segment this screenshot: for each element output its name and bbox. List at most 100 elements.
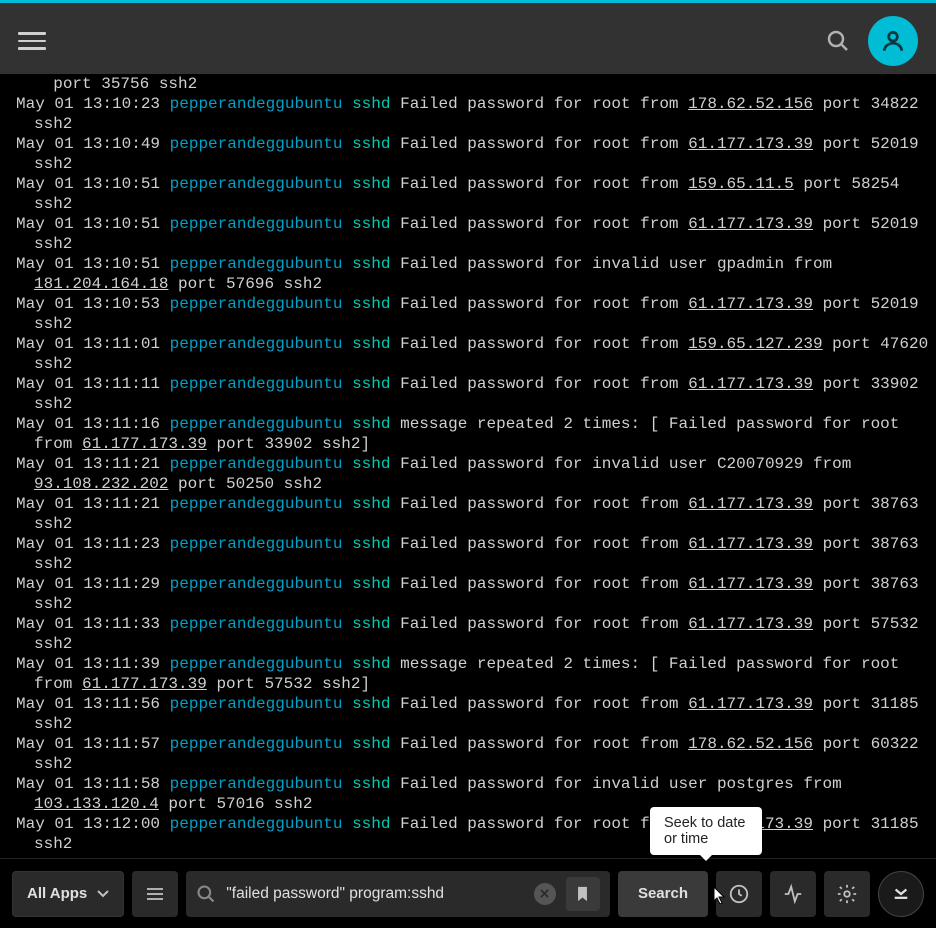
log-line[interactable]: May 01 13:11:16 pepperandeggubuntu sshd … xyxy=(16,414,930,454)
log-host[interactable]: pepperandeggubuntu xyxy=(170,415,343,433)
log-ip[interactable]: 61.177.173.39 xyxy=(688,615,813,633)
log-host[interactable]: pepperandeggubuntu xyxy=(170,775,343,793)
log-ip[interactable]: 61.177.173.39 xyxy=(82,435,207,453)
log-host[interactable]: pepperandeggubuntu xyxy=(170,175,343,193)
log-program[interactable]: sshd xyxy=(352,375,390,393)
log-line[interactable]: May 01 13:11:11 pepperandeggubuntu sshd … xyxy=(16,374,930,414)
log-line[interactable]: May 01 13:11:21 pepperandeggubuntu sshd … xyxy=(16,454,930,494)
log-host[interactable]: pepperandeggubuntu xyxy=(170,335,343,353)
tooltip-text: Seek to date or time xyxy=(664,815,745,847)
log-host[interactable]: pepperandeggubuntu xyxy=(170,135,343,153)
clear-search-button[interactable] xyxy=(534,883,556,905)
log-ip[interactable]: 61.177.173.39 xyxy=(82,675,207,693)
menu-button[interactable] xyxy=(18,27,46,55)
log-program[interactable]: sshd xyxy=(352,175,390,193)
log-host[interactable]: pepperandeggubuntu xyxy=(170,535,343,553)
log-ip[interactable]: 61.177.173.39 xyxy=(688,215,813,233)
log-program[interactable]: sshd xyxy=(352,135,390,153)
log-program[interactable]: sshd xyxy=(352,735,390,753)
log-host[interactable]: pepperandeggubuntu xyxy=(170,255,343,273)
log-line[interactable]: May 01 13:10:53 pepperandeggubuntu sshd … xyxy=(16,294,930,334)
app-selector[interactable]: All Apps xyxy=(12,871,124,917)
gear-icon xyxy=(836,883,858,905)
log-line[interactable]: May 01 13:10:49 pepperandeggubuntu sshd … xyxy=(16,134,930,174)
log-line[interactable]: May 01 13:11:01 pepperandeggubuntu sshd … xyxy=(16,334,930,374)
log-program[interactable]: sshd xyxy=(352,215,390,233)
log-ip[interactable]: 61.177.173.39 xyxy=(688,695,813,713)
log-ip[interactable]: 61.177.173.39 xyxy=(688,495,813,513)
log-program[interactable]: sshd xyxy=(352,775,390,793)
log-program[interactable]: sshd xyxy=(352,415,390,433)
log-ip[interactable]: 93.108.232.202 xyxy=(34,475,168,493)
bookmark-button[interactable] xyxy=(566,877,600,911)
seek-time-button[interactable] xyxy=(716,871,762,917)
log-host[interactable]: pepperandeggubuntu xyxy=(170,495,343,513)
log-host[interactable]: pepperandeggubuntu xyxy=(170,215,343,233)
log-line[interactable]: May 01 13:11:23 pepperandeggubuntu sshd … xyxy=(16,534,930,574)
log-line[interactable]: May 01 13:11:33 pepperandeggubuntu sshd … xyxy=(16,614,930,654)
log-program[interactable]: sshd xyxy=(352,255,390,273)
log-program[interactable]: sshd xyxy=(352,335,390,353)
log-host[interactable]: pepperandeggubuntu xyxy=(170,615,343,633)
header-bar xyxy=(0,3,936,79)
log-line[interactable]: May 01 13:11:56 pepperandeggubuntu sshd … xyxy=(16,694,930,734)
log-host[interactable]: pepperandeggubuntu xyxy=(170,655,343,673)
activity-button[interactable] xyxy=(770,871,816,917)
log-ip[interactable]: 159.65.11.5 xyxy=(688,175,794,193)
log-ip[interactable]: 159.65.127.239 xyxy=(688,335,822,353)
log-line[interactable]: May 01 13:11:21 pepperandeggubuntu sshd … xyxy=(16,494,930,534)
list-icon xyxy=(145,884,165,904)
expand-button[interactable] xyxy=(878,871,924,917)
log-line[interactable]: May 01 13:10:51 pepperandeggubuntu sshd … xyxy=(16,174,930,214)
log-line[interactable]: May 01 13:11:39 pepperandeggubuntu sshd … xyxy=(16,654,930,694)
list-view-button[interactable] xyxy=(132,871,178,917)
log-program[interactable]: sshd xyxy=(352,95,390,113)
log-ip[interactable]: 61.177.173.39 xyxy=(688,375,813,393)
log-host[interactable]: pepperandeggubuntu xyxy=(170,575,343,593)
log-program[interactable]: sshd xyxy=(352,695,390,713)
log-line[interactable]: May 01 13:10:51 pepperandeggubuntu sshd … xyxy=(16,254,930,294)
log-ip[interactable]: 61.177.173.39 xyxy=(688,135,813,153)
log-viewer[interactable]: port 35756 ssh2May 01 13:10:23 pepperand… xyxy=(0,74,936,852)
bookmark-icon xyxy=(576,886,589,902)
log-program[interactable]: sshd xyxy=(352,615,390,633)
log-host[interactable]: pepperandeggubuntu xyxy=(170,815,343,833)
log-program[interactable]: sshd xyxy=(352,495,390,513)
log-ip[interactable]: 178.62.52.156 xyxy=(688,95,813,113)
log-host[interactable]: pepperandeggubuntu xyxy=(170,95,343,113)
settings-button[interactable] xyxy=(824,871,870,917)
log-program[interactable]: sshd xyxy=(352,815,390,833)
header-right xyxy=(826,16,918,66)
log-program[interactable]: sshd xyxy=(352,535,390,553)
log-host[interactable]: pepperandeggubuntu xyxy=(170,455,343,473)
log-program[interactable]: sshd xyxy=(352,295,390,313)
log-host[interactable]: pepperandeggubuntu xyxy=(170,375,343,393)
search-icon[interactable] xyxy=(826,29,850,53)
log-host[interactable]: pepperandeggubuntu xyxy=(170,295,343,313)
log-line[interactable]: May 01 13:11:57 pepperandeggubuntu sshd … xyxy=(16,734,930,774)
bottom-toolbar: All Apps Search Seek to date or time xyxy=(0,858,936,928)
log-line[interactable]: May 01 13:10:23 pepperandeggubuntu sshd … xyxy=(16,94,930,134)
log-program[interactable]: sshd xyxy=(352,575,390,593)
log-ip[interactable]: 103.133.120.4 xyxy=(34,795,159,813)
log-line[interactable]: May 01 13:11:29 pepperandeggubuntu sshd … xyxy=(16,574,930,614)
log-ip[interactable]: 61.177.173.39 xyxy=(688,295,813,313)
search-button[interactable]: Search xyxy=(618,871,708,917)
log-line[interactable]: port 35756 ssh2 xyxy=(16,74,930,94)
close-icon xyxy=(540,889,549,898)
log-host[interactable]: pepperandeggubuntu xyxy=(170,695,343,713)
log-ip[interactable]: 61.177.173.39 xyxy=(688,535,813,553)
log-ip[interactable]: 178.62.52.156 xyxy=(688,735,813,753)
log-line[interactable]: May 01 13:10:51 pepperandeggubuntu sshd … xyxy=(16,214,930,254)
log-program[interactable]: sshd xyxy=(352,455,390,473)
user-avatar[interactable] xyxy=(868,16,918,66)
search-box xyxy=(186,871,610,917)
log-host[interactable]: pepperandeggubuntu xyxy=(170,735,343,753)
log-line[interactable]: May 01 13:11:58 pepperandeggubuntu sshd … xyxy=(16,774,930,814)
log-ip[interactable]: 61.177.173.39 xyxy=(688,575,813,593)
log-ip[interactable]: 181.204.164.18 xyxy=(34,275,168,293)
search-input[interactable] xyxy=(226,885,524,903)
app-selector-label: All Apps xyxy=(27,885,87,902)
log-line[interactable]: May 01 13:12:00 pepperandeggubuntu sshd … xyxy=(16,814,930,852)
log-program[interactable]: sshd xyxy=(352,655,390,673)
